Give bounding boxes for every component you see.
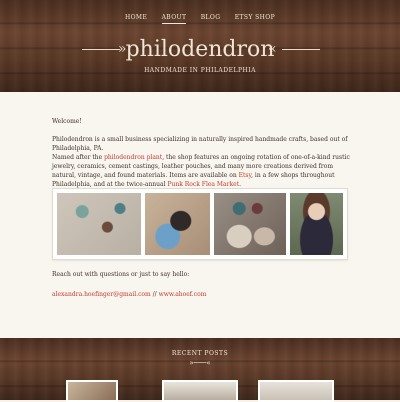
etsy-link[interactable]: Etsy (239, 172, 251, 179)
main-nav: HOME ABOUT BLOG ETSY SHOP (0, 14, 400, 24)
site-logo[interactable]: » philodendron « (0, 35, 400, 65)
site-footer: RECENT POSTS »───« (0, 338, 400, 402)
punk-rock-flea-market-link[interactable]: Punk Rock Flea Market (167, 181, 239, 188)
separator: // (150, 291, 159, 298)
recent-post-thumbnail[interactable] (162, 380, 238, 402)
photo-portrait (290, 193, 343, 255)
site-header: HOME ABOUT BLOG ETSY SHOP » philodendron… (0, 0, 400, 92)
photo-strip (52, 188, 348, 260)
philodendron-plant-link[interactable]: philodendron plant (104, 154, 162, 161)
welcome-text: Welcome! (52, 118, 82, 125)
description-text: Named after the (52, 154, 105, 161)
nav-home-link[interactable]: HOME (125, 14, 147, 23)
about-content: Welcome! Philodendron is a small busines… (0, 92, 400, 338)
recent-post-image (68, 382, 116, 400)
intro-paragraph: Philodendron is a small business special… (52, 136, 348, 152)
photo-ceramics-paint (214, 193, 286, 255)
site-title: philodendron (125, 37, 275, 62)
photo-cat (145, 193, 210, 255)
nav-blog-link[interactable]: BLOG (201, 14, 221, 23)
recent-post-thumbnail[interactable] (258, 380, 334, 402)
recent-post-thumbnail[interactable] (66, 380, 118, 402)
contact-text: Reach out with questions or just to say … (52, 271, 190, 278)
contact-links: alexandra.hoefinger@gmail.com // www.aho… (52, 290, 352, 299)
nav-etsy-shop-link[interactable]: ETSY SHOP (235, 14, 275, 23)
description-paragraph: Named after the philodendron plant, the … (52, 153, 352, 189)
recent-post-image (164, 382, 236, 400)
description-text: . (239, 181, 242, 188)
logo-right-arrow-icon: « (268, 41, 277, 57)
photo-jewelry-workbench (57, 193, 141, 255)
site-tagline: HANDMADE IN PHILADELPHIA (144, 67, 256, 74)
nav-about-link[interactable]: ABOUT (161, 14, 187, 24)
logo-right-line (282, 49, 320, 50)
recent-post-image (260, 382, 332, 400)
website-link[interactable]: www.ahoef.com (159, 291, 207, 298)
recent-posts-heading: RECENT POSTS (171, 350, 229, 357)
recent-posts-arrows-icon: »───« (189, 359, 211, 367)
email-link[interactable]: alexandra.hoefinger@gmail.com (52, 291, 151, 298)
